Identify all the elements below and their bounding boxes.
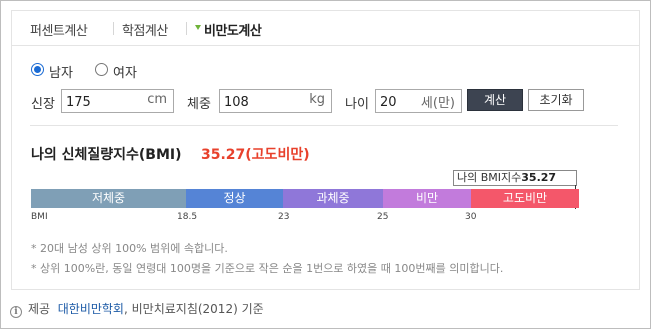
weight-value: 108 — [224, 95, 249, 110]
info-icon: i — [10, 306, 22, 318]
age-input[interactable]: 20 세(만) — [375, 89, 462, 113]
tab-percent[interactable]: 퍼센트계산 — [30, 20, 88, 39]
female-radio[interactable] — [95, 63, 108, 76]
scale-segment-overweight: 과체중 — [283, 189, 383, 208]
scale-segment-obese: 비만 — [383, 189, 471, 208]
scale-segment-severe-obese: 고도비만 — [471, 189, 579, 208]
age-value: 20 — [380, 95, 397, 110]
scale-segment-normal: 정상 — [186, 189, 283, 208]
callout-value: 35.27 — [521, 171, 557, 184]
result-value: 35.27(고도비만) — [201, 147, 310, 163]
bmi-marker-callout: 나의 BMI지수35.27 — [453, 170, 577, 186]
tab-bmi[interactable]: 비만도계산 — [204, 20, 262, 39]
scale-tick-label: BMI — [31, 212, 48, 222]
weight-unit: kg — [309, 92, 325, 107]
reset-button[interactable]: 초기화 — [528, 89, 584, 111]
scale-segment-underweight: 저체중 — [31, 189, 186, 208]
result-note: * 20대 남성 상위 100% 범위에 속합니다. — [31, 242, 228, 255]
height-value: 175 — [66, 95, 91, 110]
male-radio[interactable] — [31, 63, 44, 76]
tab-divider — [113, 22, 114, 35]
scale-tick-label: 18.5 — [177, 212, 198, 222]
weight-input[interactable]: 108 kg — [219, 89, 332, 113]
weight-label: 체중 — [187, 97, 211, 112]
female-label[interactable]: 여자 — [113, 62, 137, 81]
callout-label: 나의 BMI지수 — [457, 171, 522, 184]
height-label: 신장 — [31, 97, 55, 112]
calculator-tabs: 퍼센트계산 학점계산 비만도계산 — [12, 11, 639, 46]
source-footer: i 제공 대한비만학회, 비만치료지침(2012) 기준 — [10, 300, 264, 318]
footer-prefix: 제공 — [28, 302, 51, 316]
age-label: 나이 — [345, 97, 369, 112]
divider — [30, 125, 618, 126]
result-title: 나의 신체질량지수(BMI) — [31, 147, 182, 163]
scale-tick-label: 30 — [465, 212, 477, 222]
height-input[interactable]: 175 cm — [61, 89, 174, 113]
tab-divider — [186, 22, 187, 35]
tab-grade[interactable]: 학점계산 — [122, 20, 168, 39]
male-label[interactable]: 남자 — [49, 62, 73, 81]
calculate-button[interactable]: 계산 — [467, 89, 523, 111]
footer-suffix: , 비만치료지침(2012) 기준 — [123, 302, 264, 316]
source-link[interactable]: 대한비만학회 — [58, 302, 124, 316]
result-note: * 상위 100%란, 동일 연령대 100명을 기준으로 작은 순을 1번으로… — [31, 262, 504, 275]
scale-tick-label: 25 — [377, 212, 389, 222]
active-tab-arrow-icon — [195, 25, 201, 30]
scale-tick-label: 23 — [278, 212, 290, 222]
age-unit: 세(만) — [420, 96, 455, 111]
height-unit: cm — [147, 92, 167, 107]
